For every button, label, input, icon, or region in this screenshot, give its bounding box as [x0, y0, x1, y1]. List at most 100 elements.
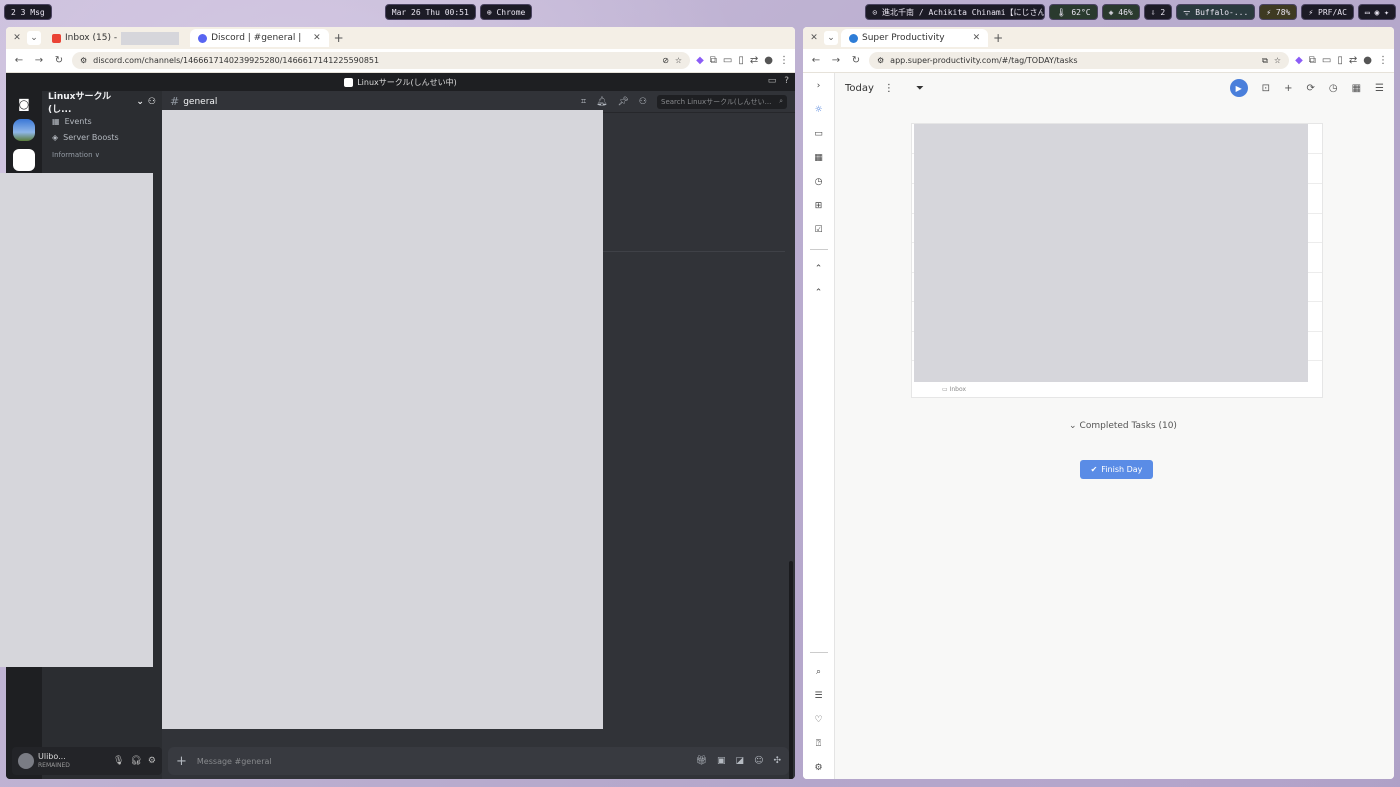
- tags-chevron-up-icon[interactable]: ⌃: [815, 288, 823, 298]
- gif-icon[interactable]: ▣: [717, 756, 726, 766]
- address-bar[interactable]: ⚙ app.super-productivity.com/#/tag/TODAY…: [869, 52, 1290, 69]
- sidebar-item-server-boosts[interactable]: ◈ Server Boosts: [42, 129, 162, 145]
- reading-mode-icon[interactable]: ▯: [738, 55, 744, 66]
- close-icon[interactable]: ✕: [807, 31, 821, 45]
- reload-icon[interactable]: ↻: [52, 55, 66, 66]
- menu-dots-icon[interactable]: ⋮: [1378, 55, 1388, 66]
- new-tab-icon[interactable]: +: [332, 31, 346, 45]
- gear-icon[interactable]: ⚙: [148, 756, 156, 766]
- updates-widget[interactable]: ⇩ 2: [1143, 4, 1173, 20]
- close-icon[interactable]: ✕: [10, 31, 24, 45]
- site-info-icon[interactable]: ⚙: [877, 56, 884, 65]
- invite-icon[interactable]: ⚇: [148, 97, 156, 107]
- close-tab-icon[interactable]: ✕: [313, 33, 321, 43]
- threads-icon[interactable]: ⌗: [581, 97, 586, 107]
- extension-icon[interactable]: ◆: [1295, 55, 1303, 66]
- sidebar-icon[interactable]: ▭: [723, 55, 732, 66]
- profile-icon[interactable]: ●: [1363, 55, 1372, 66]
- cast-icon[interactable]: ⇄: [750, 55, 758, 66]
- schedule-clock-icon[interactable]: ◷: [815, 177, 823, 187]
- emoji-icon[interactable]: ☺: [754, 756, 763, 766]
- forward-icon[interactable]: →: [829, 55, 843, 66]
- search-icon[interactable]: ⌕: [816, 667, 821, 677]
- profile-icon[interactable]: ●: [764, 55, 773, 66]
- bookmark-star-icon[interactable]: ☆: [675, 56, 682, 65]
- help-icon[interactable]: ⍰: [816, 739, 821, 749]
- tab-search-icon[interactable]: ⌄: [824, 31, 838, 45]
- gift-icon[interactable]: 🎁︎: [696, 756, 707, 766]
- new-tab-icon[interactable]: +: [991, 31, 1005, 45]
- history-clock-icon[interactable]: ◷: [1329, 83, 1338, 94]
- list-icon[interactable]: ☰: [814, 691, 822, 701]
- filter-icon[interactable]: ⏷: [916, 83, 924, 94]
- sidebar-item-events[interactable]: ▦ Events: [42, 113, 162, 129]
- menu-dots-icon[interactable]: ⋮: [779, 55, 789, 66]
- add-attachment-icon[interactable]: +: [176, 754, 187, 769]
- forward-icon[interactable]: →: [32, 55, 46, 66]
- planner-icon[interactable]: ▦: [814, 153, 823, 163]
- server-header[interactable]: Linuxサークル(し... ⌄ ⚇: [42, 91, 162, 115]
- add-task-icon[interactable]: +: [1284, 83, 1292, 94]
- install-app-icon[interactable]: ⧉: [1262, 56, 1268, 66]
- gear-icon[interactable]: ⚙: [814, 763, 822, 773]
- focus-mode-icon[interactable]: ⊡: [1262, 83, 1270, 94]
- avatar[interactable]: [18, 753, 34, 769]
- play-icon[interactable]: ▶: [1229, 79, 1248, 97]
- server-icon-linux[interactable]: [13, 149, 35, 171]
- extension-icon[interactable]: ◆: [696, 55, 704, 66]
- sticker-icon[interactable]: ◪: [736, 756, 745, 766]
- microphone-icon[interactable]: 🎙︎: [113, 756, 124, 766]
- apps-icon[interactable]: ✣: [773, 756, 781, 766]
- channel-category[interactable]: Information ∨: [42, 151, 162, 159]
- bell-icon[interactable]: 🔔︎: [596, 97, 607, 107]
- workspace-indicator[interactable]: 2 3 Msg: [4, 4, 52, 20]
- sidebar-icon[interactable]: ▭: [1322, 55, 1331, 66]
- habits-icon[interactable]: ☑: [814, 225, 822, 235]
- message-composer[interactable]: + Message #general 🎁︎ ▣ ◪ ☺ ✣: [168, 747, 789, 775]
- address-bar-row: ← → ↻ ⚙ discord.com/channels/14666171402…: [6, 49, 795, 73]
- eye-off-icon[interactable]: ⊘: [662, 56, 669, 65]
- inbox-icon[interactable]: ▭: [768, 76, 777, 86]
- pin-icon[interactable]: 📌︎: [617, 97, 628, 107]
- extensions-puzzle-icon[interactable]: ⧉: [1309, 55, 1316, 66]
- today-sun-icon[interactable]: ☼: [814, 105, 822, 115]
- media-widget[interactable]: ⊙ 進北千南 / Achikita Chinami【にじさん...: [865, 4, 1046, 20]
- network-widget[interactable]: ᯤ Buffalo-...: [1176, 4, 1256, 20]
- address-bar[interactable]: ⚙ discord.com/channels/14666171402399252…: [72, 52, 691, 69]
- power-profile-widget[interactable]: ⚡ PRF/AC: [1301, 4, 1354, 20]
- sync-icon[interactable]: ⟳: [1306, 83, 1314, 94]
- tab-search-icon[interactable]: ⌄: [27, 31, 41, 45]
- server-icon-sky[interactable]: [13, 119, 35, 141]
- inbox-icon[interactable]: ▭: [814, 129, 823, 139]
- discord-home-icon[interactable]: ◙: [18, 97, 30, 111]
- reading-mode-icon[interactable]: ▯: [1337, 55, 1343, 66]
- back-icon[interactable]: ←: [809, 55, 823, 66]
- bookmark-star-icon[interactable]: ☆: [1274, 56, 1281, 65]
- finish-day-button[interactable]: ✔ Finish Day: [1080, 460, 1153, 479]
- active-app[interactable]: ⊕ Chrome: [479, 4, 533, 20]
- boards-icon[interactable]: ⊞: [815, 201, 823, 211]
- tab-super-productivity[interactable]: Super Productivity ✕: [841, 29, 989, 47]
- tab-discord[interactable]: Discord | #general | Lin ✕: [190, 29, 329, 47]
- board-icon[interactable]: ▦: [1352, 83, 1361, 94]
- members-icon[interactable]: ⚇: [639, 97, 647, 107]
- reload-icon[interactable]: ↻: [849, 55, 863, 66]
- tray-icons[interactable]: ▭ ◉ ✦: [1357, 4, 1396, 20]
- help-icon[interactable]: ?: [784, 76, 789, 86]
- notes-icon[interactable]: ☰: [1375, 83, 1384, 94]
- tab-inbox[interactable]: Inbox (15) -: [44, 29, 187, 47]
- projects-chevron-up-icon[interactable]: ⌃: [815, 264, 823, 274]
- site-info-icon[interactable]: ⚙: [80, 56, 87, 65]
- scrollbar[interactable]: [789, 561, 793, 779]
- context-menu-icon[interactable]: ⋮: [884, 83, 894, 94]
- expand-nav-icon[interactable]: ›: [817, 81, 821, 91]
- search-input[interactable]: Search Linuxサークル(しんせい... ⌕: [657, 94, 787, 109]
- close-tab-icon[interactable]: ✕: [973, 33, 981, 43]
- clock[interactable]: Mar 26 Thu 00:51: [384, 4, 476, 20]
- cast-icon[interactable]: ⇄: [1349, 55, 1357, 66]
- extensions-puzzle-icon[interactable]: ⧉: [710, 55, 717, 66]
- completed-tasks-toggle[interactable]: ⌄ Completed Tasks (10): [1069, 421, 1177, 431]
- back-icon[interactable]: ←: [12, 55, 26, 66]
- heart-icon[interactable]: ♡: [814, 715, 822, 725]
- headphones-icon[interactable]: 🎧︎: [130, 756, 141, 766]
